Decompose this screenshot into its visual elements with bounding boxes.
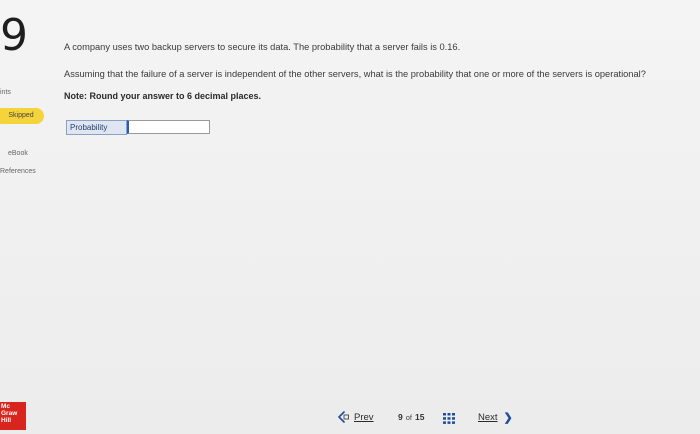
answer-label: Probability — [66, 120, 127, 135]
prev-label: Prev — [354, 412, 374, 423]
of-label: of — [405, 412, 412, 422]
question-line-2: Assuming that the failure of a server is… — [64, 69, 646, 79]
current-page: 9 — [398, 412, 403, 422]
status-badge: Skipped — [0, 108, 44, 124]
total-pages: 15 — [415, 412, 425, 422]
mcgraw-hill-logo: Mc Graw Hill — [0, 402, 26, 430]
chevron-right-icon: ❯ — [503, 412, 513, 424]
logo-line-3: Hill — [1, 417, 12, 424]
rounding-note: Note: Round your answer to 6 decimal pla… — [64, 91, 262, 101]
points-label: ints — [0, 89, 11, 96]
logo-line-1: Mc — [1, 403, 11, 410]
question-text: A company uses two backup servers to sec… — [64, 42, 664, 80]
ebook-link[interactable]: eBook — [8, 150, 28, 157]
question-line-1: A company uses two backup servers to sec… — [64, 42, 461, 52]
references-link[interactable]: References — [0, 168, 36, 175]
logo-line-2: Graw — [1, 410, 18, 417]
prev-button[interactable]: Prev — [338, 411, 374, 424]
page-indicator: 9 of 15 — [398, 412, 424, 422]
answer-row: Probability — [66, 120, 210, 135]
question-grid-icon[interactable] — [443, 411, 455, 424]
next-label: Next — [478, 412, 498, 423]
probability-input[interactable] — [127, 120, 210, 134]
question-number: 9 — [0, 10, 28, 61]
next-button[interactable]: Next ❯ — [478, 411, 513, 424]
prev-arrow-icon — [338, 411, 351, 424]
